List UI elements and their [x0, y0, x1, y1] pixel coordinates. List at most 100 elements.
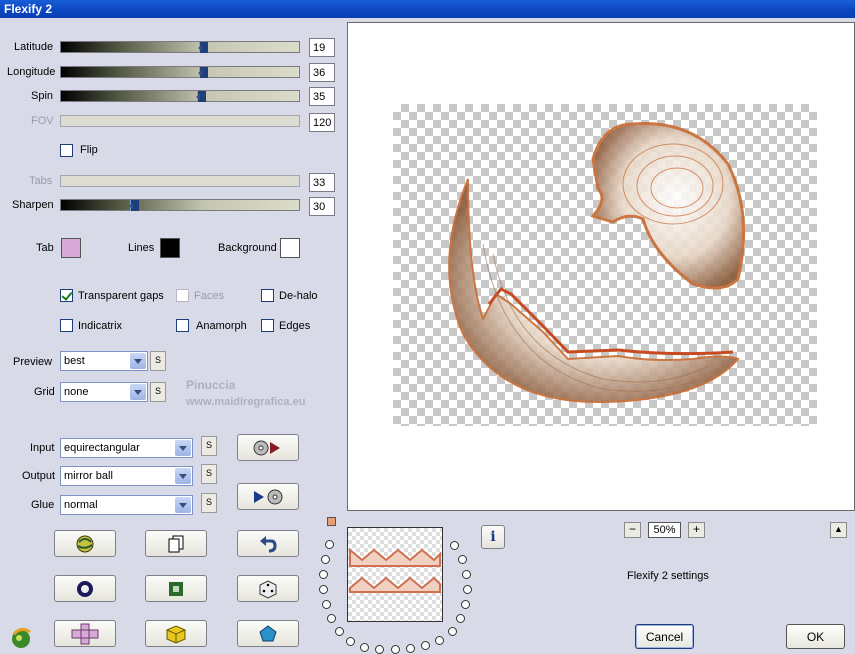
lines-color-swatch[interactable]	[160, 238, 180, 258]
faces-checkbox	[176, 289, 189, 302]
preset-dot[interactable]	[327, 614, 336, 623]
longitude-slider-thumb[interactable]	[198, 67, 208, 78]
preset-dot[interactable]	[448, 627, 457, 636]
input-select[interactable]: equirectangular	[60, 438, 193, 458]
preset-dot[interactable]	[319, 570, 328, 579]
edges-checkbox[interactable]	[261, 319, 274, 332]
ring-button[interactable]	[54, 575, 116, 602]
faces-label: Faces	[194, 290, 224, 302]
input-s-button[interactable]: S	[201, 436, 217, 456]
preview-s-button[interactable]: S	[150, 351, 166, 371]
spin-value[interactable]: 35	[309, 87, 335, 106]
sharpen-label: Sharpen	[12, 199, 54, 211]
preset-dot[interactable]	[391, 645, 400, 654]
load-input-button[interactable]	[237, 434, 299, 461]
spin-slider[interactable]	[60, 90, 300, 102]
globe-icon	[76, 535, 94, 552]
longitude-label: Longitude	[7, 66, 56, 78]
output-select[interactable]: mirror ball	[60, 466, 193, 486]
transparent-gaps-checkbox[interactable]	[60, 289, 73, 302]
preview-canvas[interactable]	[347, 22, 855, 511]
grid-label: Grid	[34, 386, 55, 398]
undo-button[interactable]	[237, 530, 299, 557]
edges-label: Edges	[279, 320, 311, 332]
preset-dot[interactable]	[325, 540, 334, 549]
tabs-value: 33	[309, 173, 335, 192]
spin-slider-thumb[interactable]	[196, 91, 206, 102]
info-icon: i	[490, 529, 496, 545]
pentagon-button[interactable]	[237, 620, 299, 647]
background-color-swatch[interactable]	[280, 238, 300, 258]
preset-dot[interactable]	[335, 627, 344, 636]
copy-button[interactable]	[145, 530, 207, 557]
cube-button[interactable]	[145, 620, 207, 647]
indicatrix-checkbox[interactable]	[60, 319, 73, 332]
glue-dropdown-icon[interactable]	[175, 497, 191, 513]
glue-select[interactable]: normal	[60, 495, 193, 515]
zoom-out-button[interactable]: −	[624, 522, 641, 538]
flip-label: Flip	[80, 144, 98, 156]
sharpen-value[interactable]: 30	[309, 197, 335, 216]
preset-dot[interactable]	[462, 570, 471, 579]
input-dropdown-icon[interactable]	[175, 440, 191, 456]
preset-dot[interactable]	[450, 541, 459, 550]
tabs-label: Tabs	[29, 175, 53, 187]
title-bar: Flexify 2	[0, 0, 855, 18]
globe-button[interactable]	[54, 530, 116, 557]
preview-select[interactable]: best	[60, 351, 148, 371]
glue-select-value: normal	[64, 499, 98, 511]
preset-dot[interactable]	[421, 641, 430, 650]
zoom-in-button[interactable]: +	[688, 522, 705, 538]
latitude-slider-thumb[interactable]	[198, 42, 208, 53]
random-button[interactable]	[237, 575, 299, 602]
sharpen-slider[interactable]	[60, 199, 300, 211]
preset-dot[interactable]	[461, 600, 470, 609]
latitude-slider[interactable]	[60, 41, 300, 53]
preview-dropdown-icon[interactable]	[130, 353, 146, 369]
preset-dot[interactable]	[435, 636, 444, 645]
glue-s-button[interactable]: S	[201, 493, 217, 513]
grid-s-button[interactable]: S	[150, 382, 166, 402]
background-color-label: Background	[218, 242, 277, 254]
indicatrix-label: Indicatrix	[78, 320, 123, 332]
grid-select[interactable]: none	[60, 382, 148, 402]
flip-checkbox[interactable]	[60, 144, 73, 157]
sharpen-slider-thumb[interactable]	[129, 200, 139, 211]
undo-icon	[260, 535, 277, 552]
preset-dot[interactable]	[458, 555, 467, 564]
collapse-button[interactable]: ▲	[830, 522, 847, 538]
flexify-logo-icon	[12, 627, 31, 648]
save-output-button[interactable]	[237, 483, 299, 510]
output-select-value: mirror ball	[64, 470, 113, 482]
disc-arrow-right-icon	[253, 440, 280, 455]
square-frame-button[interactable]	[145, 575, 207, 602]
info-button[interactable]: i	[481, 525, 505, 549]
navigator-thumbnail[interactable]	[347, 527, 443, 622]
output-s-button[interactable]: S	[201, 464, 217, 484]
longitude-slider[interactable]	[60, 66, 300, 78]
tab-color-label: Tab	[36, 242, 54, 254]
cross-tile-button[interactable]	[54, 620, 116, 647]
output-dropdown-icon[interactable]	[175, 468, 191, 484]
fov-slider	[60, 115, 300, 127]
preset-dot[interactable]	[406, 644, 415, 653]
preset-dot[interactable]	[375, 645, 384, 654]
preset-dot[interactable]	[346, 637, 355, 646]
preset-dot[interactable]	[322, 600, 331, 609]
navigator-handle[interactable]	[327, 517, 336, 526]
cancel-button[interactable]: Cancel	[635, 624, 694, 649]
longitude-value[interactable]: 36	[309, 63, 335, 82]
preset-dot[interactable]	[319, 585, 328, 594]
de-halo-checkbox[interactable]	[261, 289, 274, 302]
tab-color-swatch[interactable]	[61, 238, 81, 258]
latitude-value[interactable]: 19	[309, 38, 335, 57]
preset-dot[interactable]	[463, 585, 472, 594]
preset-dot[interactable]	[360, 643, 369, 652]
preset-dot[interactable]	[321, 555, 330, 564]
grid-dropdown-icon[interactable]	[130, 384, 146, 400]
glue-label: Glue	[31, 499, 55, 511]
preset-dot[interactable]	[456, 614, 465, 623]
anamorph-checkbox[interactable]	[176, 319, 189, 332]
ok-button[interactable]: OK	[786, 624, 845, 649]
fov-value: 120	[309, 113, 335, 132]
